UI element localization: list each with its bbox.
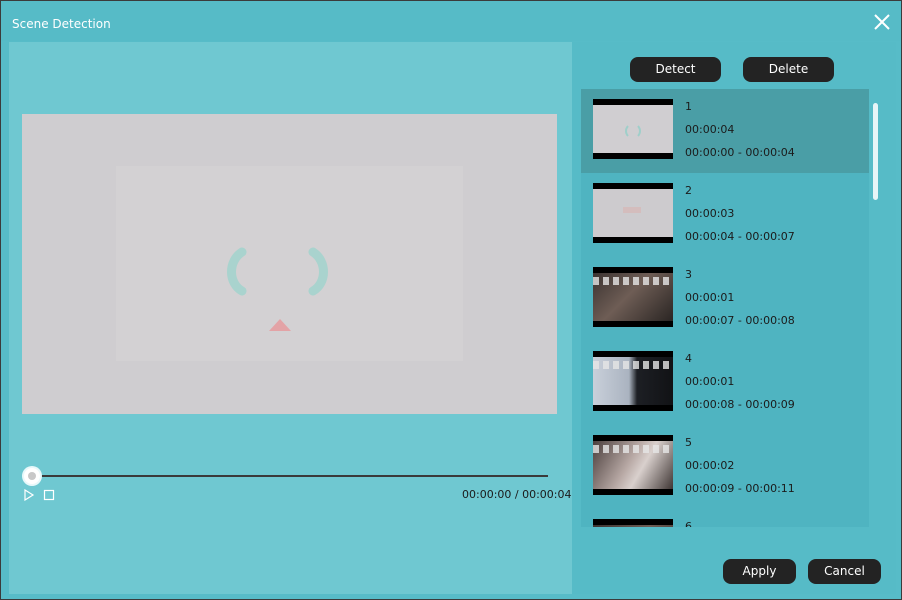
scrollbar-thumb[interactable]: [873, 103, 878, 200]
scene-range: 00:00:08 - 00:00:09: [685, 398, 795, 411]
scene-number: 4: [685, 352, 692, 365]
scene-item[interactable]: 3 00:00:01 00:00:07 - 00:00:08: [581, 257, 869, 341]
scene-duration: 00:00:04: [685, 123, 735, 136]
delete-button[interactable]: Delete: [743, 57, 834, 82]
scene-range: 00:00:09 - 00:00:11: [685, 482, 795, 495]
scene-number: 1: [685, 100, 692, 113]
time-display: 00:00:00 / 00:00:04: [462, 488, 572, 501]
close-icon[interactable]: [871, 11, 893, 33]
scene-thumbnail: [593, 183, 673, 243]
scene-thumbnail: [593, 99, 673, 159]
detect-button[interactable]: Detect: [630, 57, 721, 82]
scene-range: 00:00:07 - 00:00:08: [685, 314, 795, 327]
video-preview: [22, 114, 557, 414]
scene-duration: 00:00:03: [685, 207, 735, 220]
scene-number: 3: [685, 268, 692, 281]
scene-item[interactable]: 1 00:00:04 00:00:00 - 00:00:04: [581, 89, 869, 173]
scene-duration: 00:00:01: [685, 375, 735, 388]
scene-item[interactable]: 6: [581, 509, 869, 527]
play-icon[interactable]: [23, 489, 35, 501]
scene-thumbnail: [593, 519, 673, 527]
scenes-panel: Detect Delete 1 00:00:04 00:00:00 - 00:0…: [572, 42, 896, 594]
scene-range: 00:00:00 - 00:00:04: [685, 146, 795, 159]
scene-item[interactable]: 4 00:00:01 00:00:08 - 00:00:09: [581, 341, 869, 425]
scene-number: 2: [685, 184, 692, 197]
cancel-button[interactable]: Cancel: [808, 559, 881, 584]
preview-panel: 00:00:00 / 00:00:04: [9, 42, 572, 594]
scene-number: 6: [685, 520, 692, 527]
scene-thumbnail: [593, 267, 673, 327]
scene-item[interactable]: 2 00:00:03 00:00:04 - 00:00:07: [581, 173, 869, 257]
scene-number: 5: [685, 436, 692, 449]
scene-thumbnail: [593, 351, 673, 411]
scene-duration: 00:00:02: [685, 459, 735, 472]
scene-duration: 00:00:01: [685, 291, 735, 304]
title-bar: Scene Detection: [1, 1, 901, 41]
stop-icon[interactable]: [43, 489, 55, 501]
loading-icon: [227, 247, 328, 331]
scene-item[interactable]: 5 00:00:02 00:00:09 - 00:00:11: [581, 425, 869, 509]
seek-bar[interactable]: [26, 475, 548, 477]
scene-range: 00:00:04 - 00:00:07: [685, 230, 795, 243]
scene-list[interactable]: 1 00:00:04 00:00:00 - 00:00:04 2 00:00:0…: [581, 89, 869, 527]
scene-thumbnail: [593, 435, 673, 495]
scene-detection-window: Scene Detection 00:00:00 / 00:00:04 Dete…: [0, 0, 902, 600]
window-title: Scene Detection: [12, 17, 111, 31]
apply-button[interactable]: Apply: [723, 559, 796, 584]
seek-handle[interactable]: [24, 468, 40, 484]
